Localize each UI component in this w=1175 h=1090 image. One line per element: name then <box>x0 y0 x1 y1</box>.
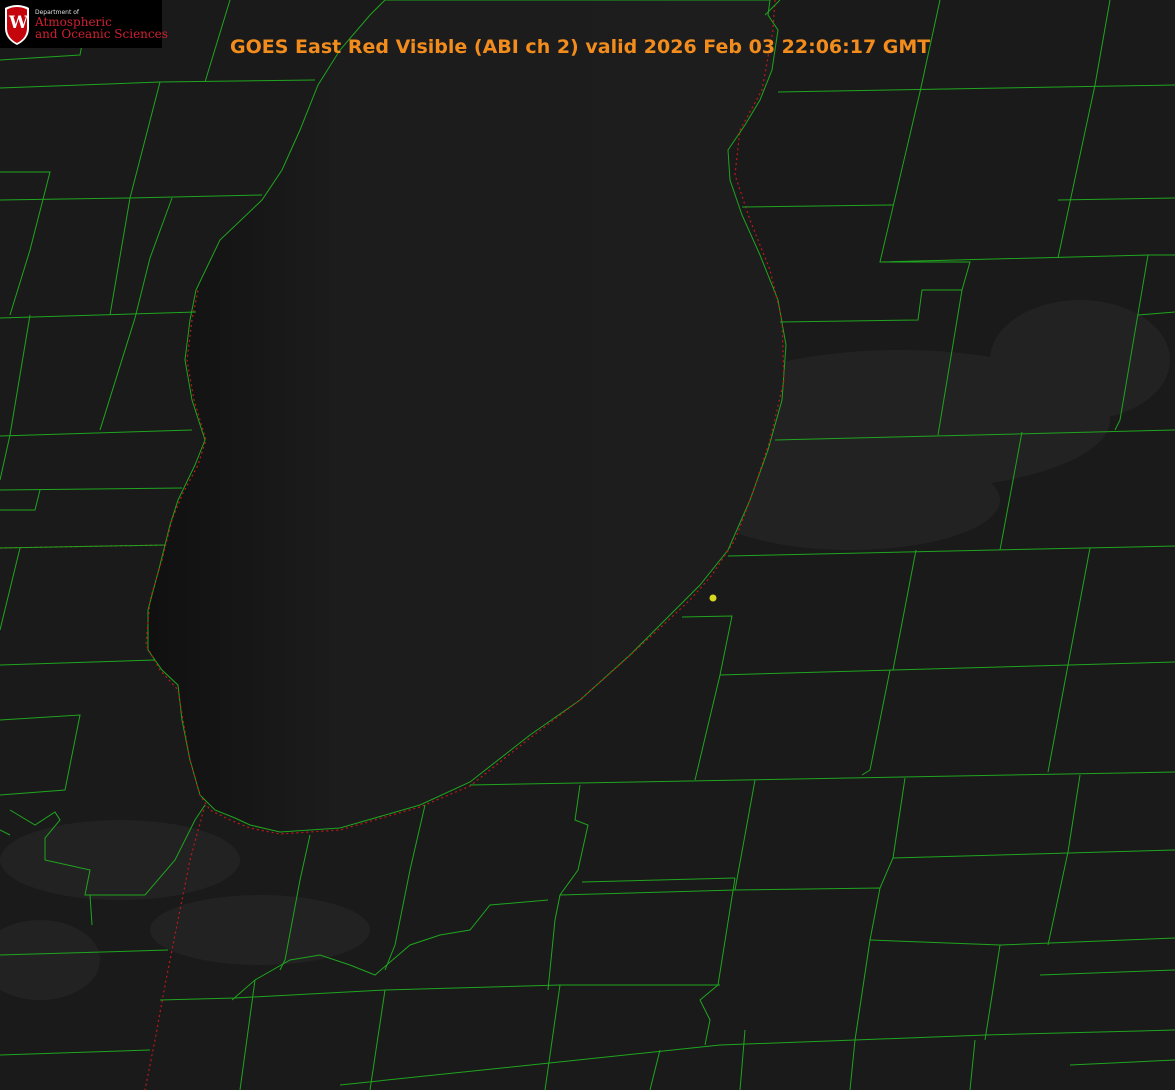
logo-letter: W <box>9 13 29 33</box>
uw-aos-logo: W Department of Atmospheric and Oceanic … <box>0 0 168 48</box>
station-marker <box>709 594 717 602</box>
map-title: GOES East Red Visible (ABI ch 2) valid 2… <box>230 36 931 58</box>
satellite-map <box>0 0 1175 1090</box>
logo-line2-text: and Oceanic Sciences <box>35 27 168 41</box>
